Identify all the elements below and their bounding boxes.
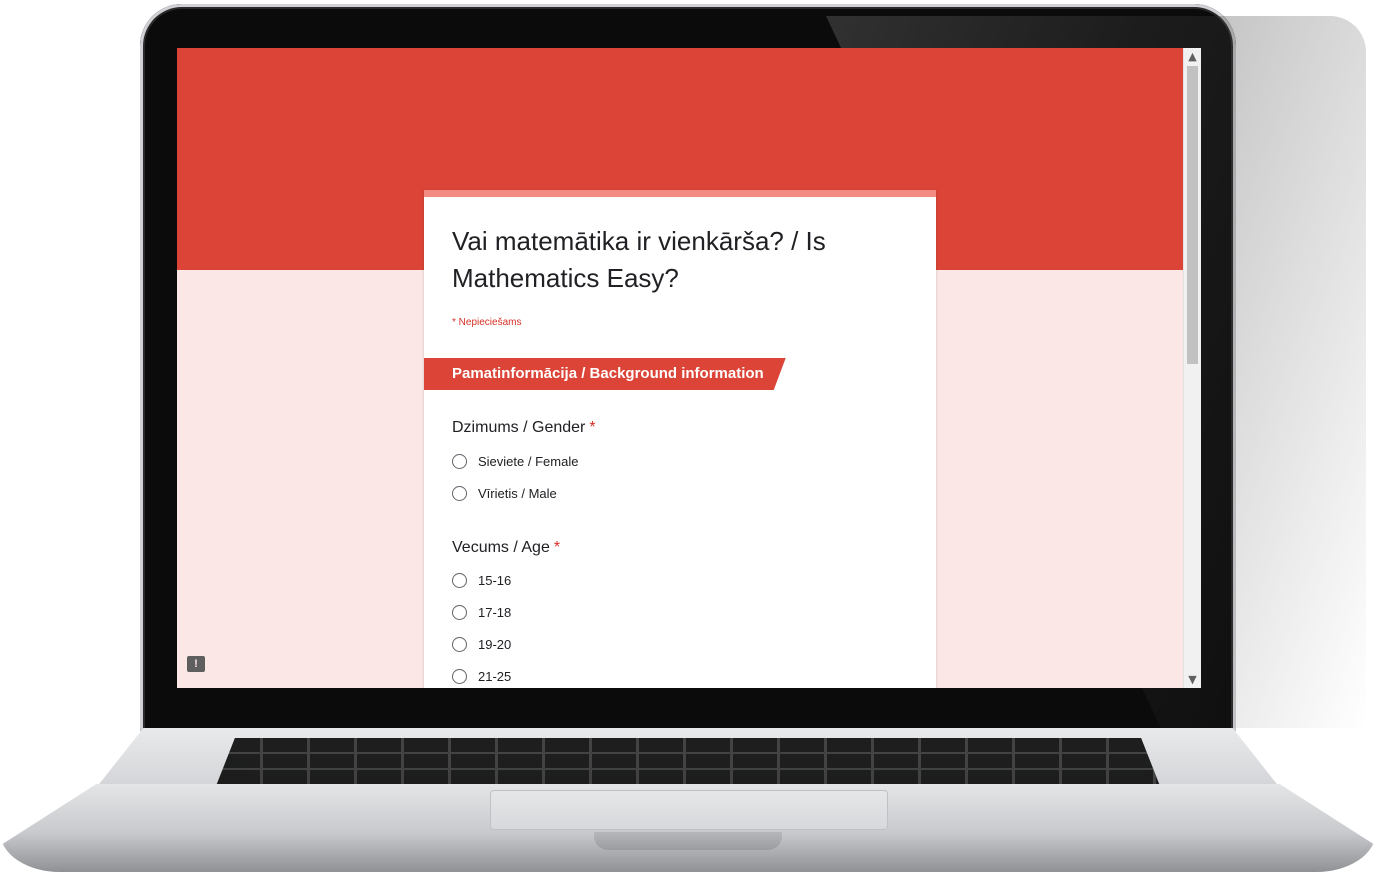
radio-button[interactable] [452, 668, 467, 684]
radio-option-male[interactable]: Vīrietis / Male [452, 483, 557, 503]
option-label: 19-20 [478, 636, 512, 652]
feedback-icon[interactable]: ! [187, 656, 205, 672]
option-label: Sieviete / Female [478, 453, 579, 469]
laptop-notch [594, 832, 782, 850]
screen: Vai matemātika ir vienkārša? / Is Mathem… [177, 48, 1201, 688]
keyboard [216, 738, 1160, 786]
radio-option-15-16[interactable]: 15-16 [452, 570, 511, 590]
question-gender: Dzimums / Gender * [452, 419, 596, 437]
form-card: Vai matemātika ir vienkārša? / Is Mathem… [424, 190, 936, 688]
radio-button[interactable] [452, 453, 467, 469]
scrollbar[interactable]: ▲ ▼ [1183, 48, 1201, 688]
required-asterisk: * [553, 539, 561, 556]
scrollbar-thumb[interactable] [1187, 66, 1198, 364]
radio-button[interactable] [452, 604, 467, 620]
scroll-up-icon[interactable]: ▲ [1184, 48, 1201, 65]
option-label: Vīrietis / Male [478, 485, 557, 501]
laptop-base [0, 728, 1376, 872]
trackpad [490, 790, 888, 830]
radio-button[interactable] [452, 572, 467, 588]
question-age: Vecums / Age * [452, 539, 560, 557]
option-label: 17-18 [478, 604, 512, 620]
option-label: 21-25 [478, 668, 512, 684]
radio-option-female[interactable]: Sieviete / Female [452, 451, 578, 471]
section-header: Pamatinformācija / Background informatio… [424, 358, 786, 390]
radio-button[interactable] [452, 485, 467, 501]
required-asterisk: * [589, 419, 596, 436]
question-label: Vecums / Age [452, 539, 550, 556]
required-note: * Nepieciešams [452, 317, 522, 328]
form-title: Vai matemātika ir vienkārša? / Is Mathem… [452, 226, 826, 293]
radio-button[interactable] [452, 636, 467, 652]
radio-option-17-18[interactable]: 17-18 [452, 602, 511, 622]
question-label: Dzimums / Gender [452, 419, 586, 436]
scroll-down-icon[interactable]: ▼ [1184, 671, 1201, 688]
radio-option-21-25[interactable]: 21-25 [452, 666, 511, 686]
radio-option-19-20[interactable]: 19-20 [452, 634, 511, 654]
option-label: 15-16 [478, 572, 512, 588]
